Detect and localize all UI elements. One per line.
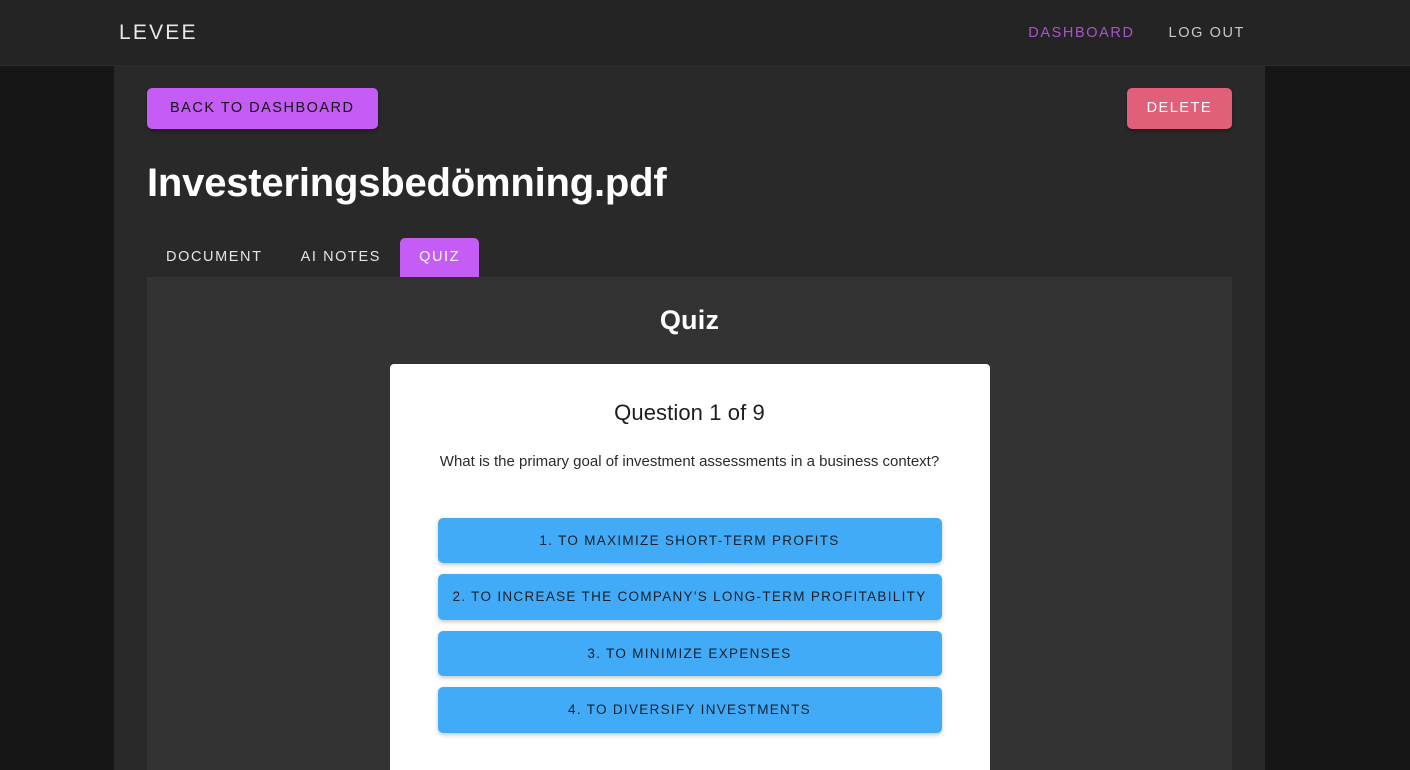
- nav-links: DASHBOARD LOG OUT: [1028, 25, 1245, 41]
- question-text: What is the primary goal of investment a…: [439, 452, 940, 470]
- quiz-panel: Quiz Question 1 of 9 What is the primary…: [147, 276, 1232, 770]
- back-to-dashboard-button[interactable]: BACK TO DASHBOARD: [147, 88, 378, 129]
- nav-link-log-out[interactable]: LOG OUT: [1169, 25, 1245, 41]
- answer-option-2[interactable]: 2. TO INCREASE THE COMPANY'S LONG-TERM P…: [437, 574, 942, 620]
- answer-option-3[interactable]: 3. TO MINIMIZE EXPENSES: [437, 630, 942, 677]
- answer-list: 1. TO MAXIMIZE SHORT-TERM PROFITS 2. TO …: [437, 517, 942, 733]
- answer-option-1[interactable]: 1. TO MAXIMIZE SHORT-TERM PROFITS: [437, 517, 942, 564]
- tab-ai-notes[interactable]: AI NOTES: [282, 238, 400, 277]
- top-navbar: LEVEE DASHBOARD LOG OUT: [0, 0, 1410, 66]
- page-body: BACK TO DASHBOARD DELETE Investeringsbed…: [0, 66, 1410, 770]
- answer-option-4[interactable]: 4. TO DIVERSIFY INVESTMENTS: [437, 687, 942, 733]
- tab-bar: DOCUMENT AI NOTES QUIZ: [147, 238, 1232, 277]
- content-container: BACK TO DASHBOARD DELETE Investeringsbed…: [114, 66, 1265, 770]
- page-title: Investeringsbedömning.pdf: [147, 161, 667, 205]
- question-counter: Question 1 of 9: [614, 399, 765, 425]
- action-row: BACK TO DASHBOARD DELETE: [147, 88, 1232, 132]
- tab-document[interactable]: DOCUMENT: [147, 238, 282, 277]
- quiz-card: Question 1 of 9 What is the primary goal…: [389, 363, 990, 770]
- brand-logo[interactable]: LEVEE: [119, 21, 198, 45]
- quiz-heading: Quiz: [659, 304, 720, 335]
- tab-quiz[interactable]: QUIZ: [400, 238, 480, 277]
- nav-link-dashboard[interactable]: DASHBOARD: [1028, 25, 1134, 41]
- right-gutter: [1265, 66, 1410, 770]
- left-gutter: [0, 66, 114, 770]
- delete-button[interactable]: DELETE: [1126, 88, 1232, 129]
